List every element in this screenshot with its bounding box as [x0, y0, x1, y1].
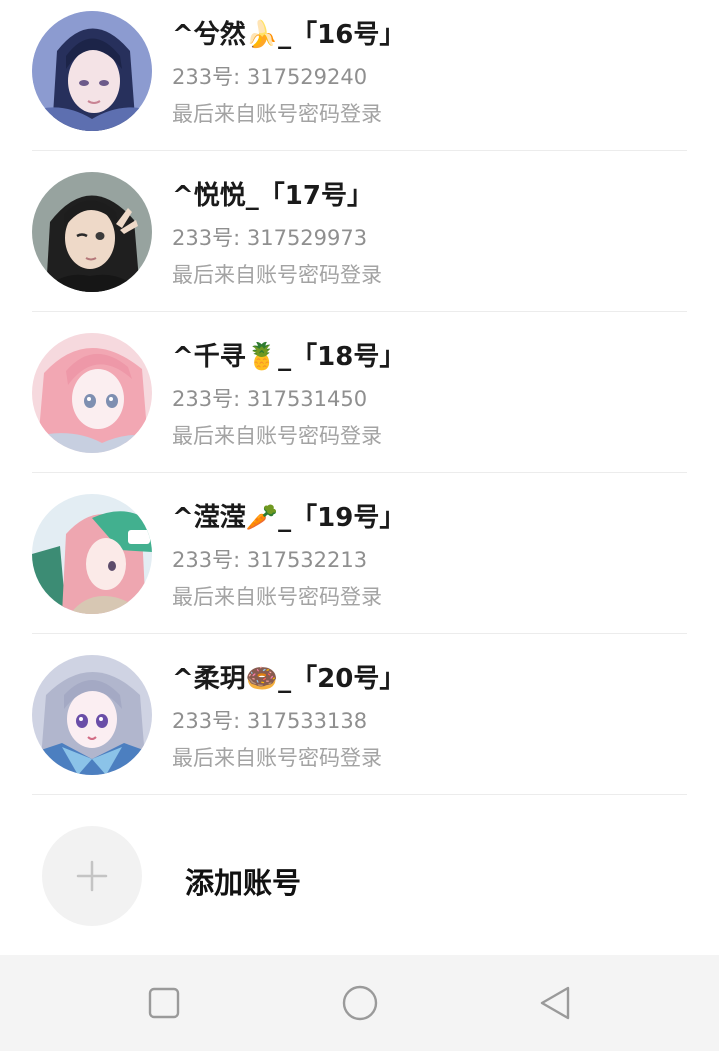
- circle-icon: [342, 985, 378, 1021]
- uid-label: 233号: [172, 387, 234, 411]
- uid-label: 233号: [172, 226, 234, 250]
- account-item[interactable]: ^悦悦_「17号」 233号: 317529973 最后来自账号密码登录: [0, 151, 719, 312]
- system-nav-bar: [0, 955, 719, 1051]
- uid-value: 317529973: [246, 226, 368, 250]
- uid-value: 317531450: [246, 387, 368, 411]
- account-uid: 233号: 317532213: [172, 548, 368, 572]
- add-account-button[interactable]: 添加账号: [0, 796, 719, 956]
- uid-label: 233号: [172, 65, 234, 89]
- account-item[interactable]: ^滢滢🥕_「19号」 233号: 317532213 最后来自账号密码登录: [0, 473, 719, 634]
- triangle-back-icon: [540, 986, 570, 1020]
- account-uid: 233号: 317531450: [172, 387, 368, 411]
- account-name: ^悦悦_「17号」: [172, 181, 373, 211]
- back-button[interactable]: [536, 983, 576, 1023]
- account-list: ^兮然🍌_「16号」 233号: 317529240 最后来自账号密码登录 ^悦…: [0, 0, 719, 795]
- add-account-circle[interactable]: [42, 826, 142, 926]
- account-switcher-page: ^兮然🍌_「16号」 233号: 317529240 最后来自账号密码登录 ^悦…: [0, 0, 719, 1051]
- anime-girl-pink-hair-avatar-icon: [32, 333, 152, 453]
- login-source: 最后来自账号密码登录: [172, 424, 382, 448]
- avatar: [32, 655, 152, 775]
- uid-value: 317529240: [246, 65, 368, 89]
- avatar: [32, 11, 152, 131]
- uid-value: 317532213: [246, 548, 368, 572]
- account-uid: 233号: 317529973: [172, 226, 368, 250]
- add-account-label: 添加账号: [185, 866, 302, 900]
- account-name: ^千寻🍍_「18号」: [172, 342, 406, 372]
- divider: [32, 794, 687, 795]
- anime-girl-green-cap-avatar-icon: [32, 494, 152, 614]
- home-button[interactable]: [340, 983, 380, 1023]
- login-source: 最后来自账号密码登录: [172, 746, 382, 770]
- account-uid: 233号: 317529240: [172, 65, 368, 89]
- account-name: ^兮然🍌_「16号」: [172, 20, 406, 50]
- account-name: ^柔玥🍩_「20号」: [172, 664, 406, 694]
- uid-label: 233号: [172, 548, 234, 572]
- login-source: 最后来自账号密码登录: [172, 585, 382, 609]
- square-icon: [148, 987, 180, 1019]
- anime-girl-dark-hair-avatar-icon: [32, 11, 152, 131]
- uid-value: 317533138: [246, 709, 368, 733]
- account-item[interactable]: ^柔玥🍩_「20号」 233号: 317533138 最后来自账号密码登录: [0, 634, 719, 795]
- account-uid: 233号: 317533138: [172, 709, 368, 733]
- account-item[interactable]: ^千寻🍍_「18号」 233号: 317531450 最后来自账号密码登录: [0, 312, 719, 473]
- uid-label: 233号: [172, 709, 234, 733]
- recent-apps-button[interactable]: [144, 983, 184, 1023]
- account-name: ^滢滢🥕_「19号」: [172, 503, 406, 533]
- login-source: 最后来自账号密码登录: [172, 263, 382, 287]
- avatar: [32, 494, 152, 614]
- anime-girl-silver-hair-avatar-icon: [32, 655, 152, 775]
- avatar: [32, 172, 152, 292]
- plus-icon: [76, 860, 108, 892]
- account-item[interactable]: ^兮然🍌_「16号」 233号: 317529240 最后来自账号密码登录: [0, 0, 719, 151]
- girl-winking-peace-avatar-icon: [32, 172, 152, 292]
- avatar: [32, 333, 152, 453]
- login-source: 最后来自账号密码登录: [172, 102, 382, 126]
